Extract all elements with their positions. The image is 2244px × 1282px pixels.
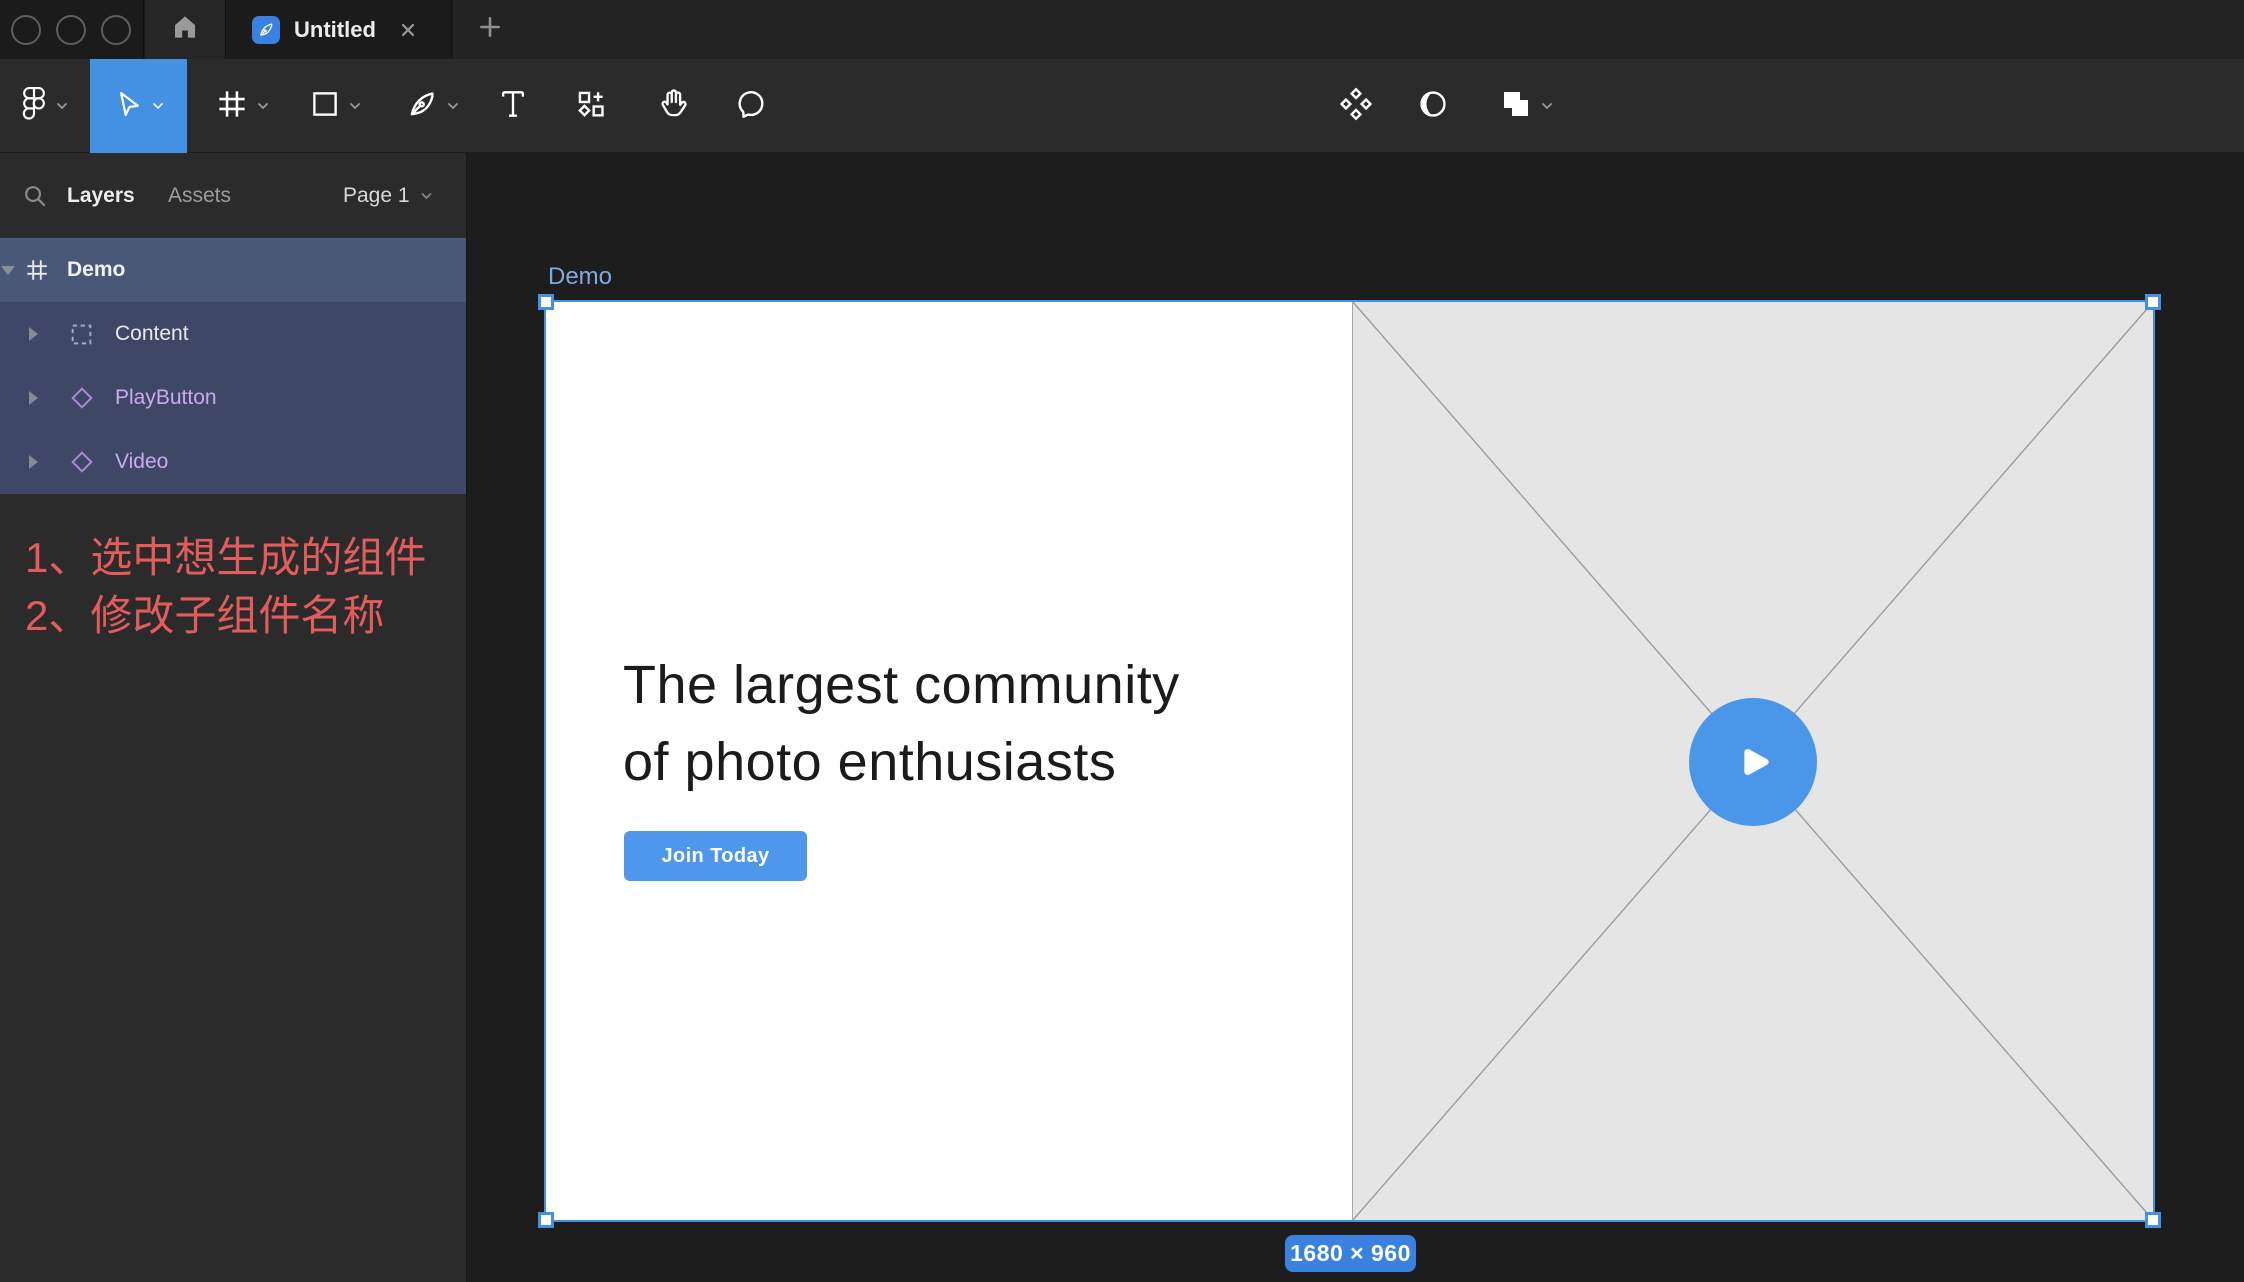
figma-menu-icon xyxy=(21,86,47,127)
use-as-mask-button[interactable] xyxy=(1408,59,1458,153)
frame-tool-button[interactable] xyxy=(205,59,280,153)
resources-icon xyxy=(575,88,607,125)
chevron-down-icon xyxy=(421,193,431,200)
component-icon xyxy=(1339,87,1373,126)
selection-handle-top-left[interactable] xyxy=(538,294,554,310)
annotation-line-1: 1、选中想生成的组件 xyxy=(25,534,427,581)
expand-icon[interactable] xyxy=(29,327,38,341)
layer-name[interactable]: Video xyxy=(115,450,168,474)
pen-tool-button[interactable] xyxy=(393,59,471,153)
frame-title-label[interactable]: Demo xyxy=(548,263,612,291)
selection-handle-bottom-right[interactable] xyxy=(2145,1212,2161,1228)
layer-name[interactable]: Demo xyxy=(67,258,125,282)
expand-icon[interactable] xyxy=(29,455,38,469)
page-selector-label: Page 1 xyxy=(343,184,410,207)
tab-strip xyxy=(453,0,2244,59)
panel-header: Layers Assets Page 1 xyxy=(0,153,466,237)
hand-tool-button[interactable] xyxy=(647,59,697,153)
tab-title: Untitled xyxy=(294,16,376,42)
main-menu-button[interactable] xyxy=(8,59,80,153)
layer-name[interactable]: Content xyxy=(115,322,189,346)
file-tab[interactable]: Untitled xyxy=(226,0,452,59)
boolean-groups-button[interactable] xyxy=(1488,59,1564,153)
create-component-button[interactable] xyxy=(1330,59,1382,153)
expand-collapse-icon[interactable] xyxy=(1,266,15,275)
move-tool-button[interactable] xyxy=(90,59,187,153)
selection-size-badge: 1680 × 960 xyxy=(1285,1235,1416,1272)
mask-icon xyxy=(1417,88,1449,125)
text-tool-icon xyxy=(498,88,528,125)
hero-heading-line-1: The largest community xyxy=(623,655,1180,715)
frame-layer-icon xyxy=(24,257,50,288)
resources-tool-button[interactable] xyxy=(566,59,616,153)
expand-icon[interactable] xyxy=(29,391,38,405)
frame-tool-icon xyxy=(216,88,248,125)
figma-file-icon xyxy=(252,15,280,44)
close-tab-icon[interactable] xyxy=(398,20,418,40)
design-canvas[interactable]: Demo The largest community of photo enth… xyxy=(467,153,2244,1282)
move-cursor-icon xyxy=(113,89,143,124)
search-icon[interactable] xyxy=(22,183,49,215)
figma-app-window: Untitled Layers Assets Page 1 Demo Conte… xyxy=(0,0,2244,1282)
component-layer-icon xyxy=(69,449,95,480)
comment-icon xyxy=(735,88,767,125)
layer-row-video[interactable]: Video xyxy=(0,430,466,494)
play-icon xyxy=(1744,749,1769,775)
demo-frame[interactable]: The largest community of photo enthusias… xyxy=(538,294,2161,1228)
new-tab-icon[interactable] xyxy=(477,14,503,45)
group-layer-icon xyxy=(69,322,94,352)
pen-tool-icon xyxy=(406,88,438,125)
annotation-text: 1、选中想生成的组件 2、修改子组件名称 xyxy=(25,529,426,645)
window-tab-bar: Untitled xyxy=(0,0,2244,59)
window-controls xyxy=(0,0,144,59)
boolean-union-icon xyxy=(1500,88,1532,125)
tab-layers[interactable]: Layers xyxy=(67,184,135,208)
layer-row-content[interactable]: Content xyxy=(0,302,466,366)
hero-heading[interactable]: The largest community of photo enthusias… xyxy=(623,647,1180,801)
toolbar xyxy=(0,59,2244,153)
hero-heading-line-2: of photo enthusiasts xyxy=(623,732,1117,792)
join-today-button[interactable]: Join Today xyxy=(624,831,807,881)
home-button[interactable] xyxy=(145,0,226,59)
selection-handle-top-right[interactable] xyxy=(2145,294,2161,310)
layer-row-demo[interactable]: Demo xyxy=(0,238,466,302)
window-minimize-button[interactable] xyxy=(56,14,86,45)
hand-icon xyxy=(656,87,688,126)
comment-tool-button[interactable] xyxy=(726,59,776,153)
window-zoom-button[interactable] xyxy=(101,14,131,45)
page-selector[interactable]: Page 1 xyxy=(343,184,433,208)
annotation-line-2: 2、修改子组件名称 xyxy=(25,592,385,639)
text-tool-button[interactable] xyxy=(488,59,538,153)
shape-tool-button[interactable] xyxy=(298,59,372,153)
component-layer-icon xyxy=(69,385,95,416)
selection-handle-bottom-left[interactable] xyxy=(538,1212,554,1228)
layer-name[interactable]: PlayButton xyxy=(115,386,217,410)
rectangle-tool-icon xyxy=(310,89,340,124)
window-close-button[interactable] xyxy=(11,14,41,45)
play-button[interactable] xyxy=(1689,698,1817,826)
home-icon xyxy=(170,12,200,47)
tab-assets[interactable]: Assets xyxy=(168,184,231,208)
left-panel: Layers Assets Page 1 Demo Content PlayBu… xyxy=(0,153,467,1282)
layer-row-playbutton[interactable]: PlayButton xyxy=(0,366,466,430)
